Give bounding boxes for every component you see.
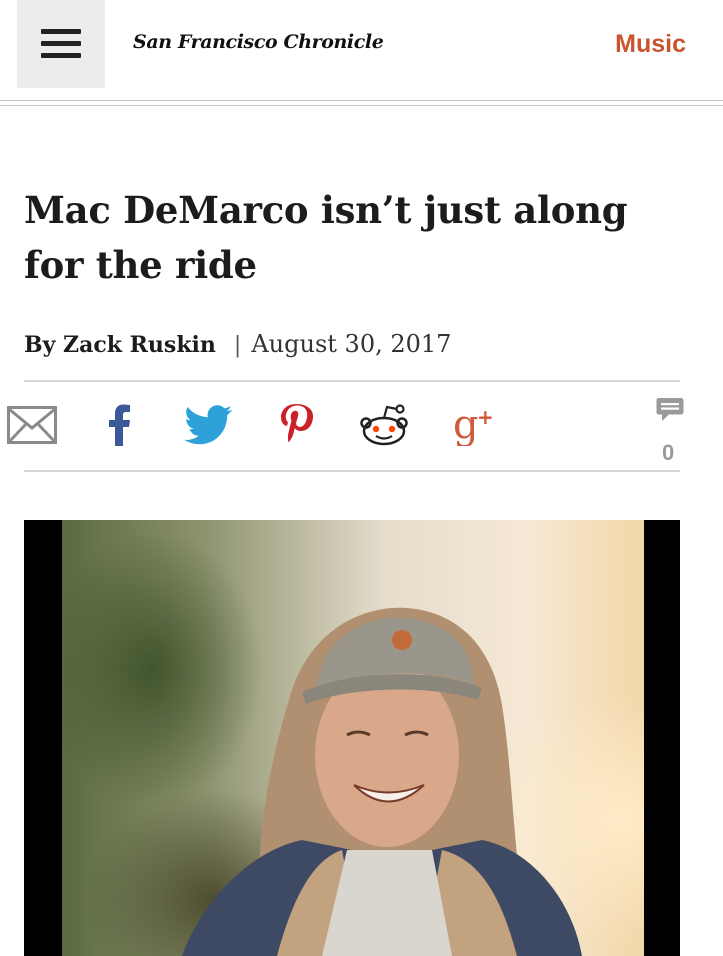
share-bar-top-rule <box>24 380 680 382</box>
share-email-button[interactable] <box>6 400 58 450</box>
twitter-bird-icon <box>184 405 232 445</box>
share-facebook-button[interactable] <box>100 400 140 450</box>
article-headline: Mac DeMarco isn’t just along for the rid… <box>24 188 628 287</box>
comment-count[interactable]: 0 <box>662 440 674 466</box>
envelope-icon <box>7 406 57 444</box>
section-link-music[interactable]: Music <box>615 30 686 59</box>
header-divider <box>0 100 723 101</box>
publish-date: August 30, 2017 <box>251 330 452 358</box>
share-reddit-button[interactable] <box>358 400 410 450</box>
photo-image <box>62 520 644 956</box>
share-bar-bottom-rule <box>24 470 680 472</box>
pinterest-icon <box>281 404 313 443</box>
facebook-icon <box>109 404 130 446</box>
comment-bubble-icon <box>656 398 684 421</box>
hamburger-menu-icon[interactable] <box>17 0 105 88</box>
site-masthead-logo[interactable]: San Francisco Chronicle <box>133 31 384 53</box>
author-name[interactable]: By Zack Ruskin <box>24 332 216 358</box>
share-pinterest-button[interactable] <box>276 400 316 450</box>
share-twitter-button[interactable] <box>183 400 233 450</box>
header-divider-secondary <box>0 105 723 106</box>
article-hero-photo[interactable] <box>24 520 680 956</box>
byline-separator: | <box>233 333 242 358</box>
share-google-plus-button[interactable]: g + <box>450 400 496 450</box>
reddit-alien-icon <box>360 404 408 446</box>
google-plus-icon: g + <box>453 404 494 446</box>
comments-button[interactable] <box>652 394 688 426</box>
article-byline: By Zack Ruskin | August 30, 2017 <box>24 330 451 362</box>
svg-text:g: g <box>453 404 479 446</box>
site-header: San Francisco Chronicle Music <box>0 0 723 100</box>
svg-text:+: + <box>477 405 494 429</box>
